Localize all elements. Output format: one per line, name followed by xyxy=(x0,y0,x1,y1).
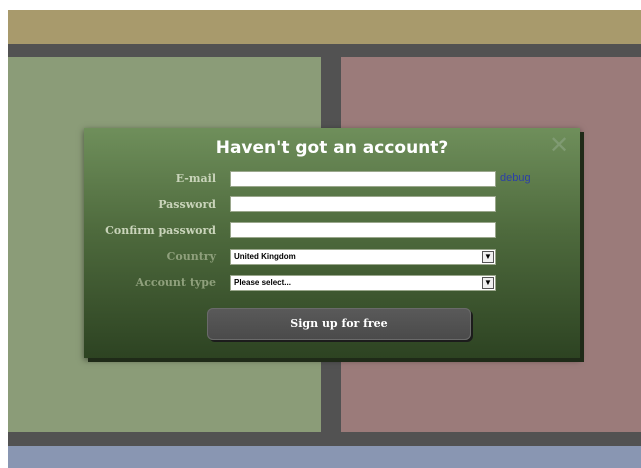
close-icon[interactable]: ✕ xyxy=(548,133,570,157)
account-type-select[interactable]: Please select... ▼ xyxy=(230,275,496,291)
country-select-value: United Kingdom xyxy=(234,252,296,261)
chevron-down-icon[interactable]: ▼ xyxy=(482,277,494,289)
bottom-bar xyxy=(8,446,641,468)
account-type-select-value: Please select... xyxy=(234,278,291,287)
email-field[interactable] xyxy=(230,171,496,187)
signup-modal: Haven't got an account? ✕ E-mail debug P… xyxy=(84,128,580,358)
sign-up-button[interactable]: Sign up for free xyxy=(207,308,471,340)
modal-title: Haven't got an account? xyxy=(215,138,449,158)
confirm-password-label: Confirm password xyxy=(105,224,216,237)
country-label: Country xyxy=(166,250,216,263)
country-select[interactable]: United Kingdom ▼ xyxy=(230,249,496,265)
confirm-password-field[interactable] xyxy=(230,222,496,238)
top-bar xyxy=(8,10,641,44)
chevron-down-icon[interactable]: ▼ xyxy=(482,251,494,263)
debug-link[interactable]: debug xyxy=(500,172,531,184)
email-label: E-mail xyxy=(175,172,216,185)
account-type-label: Account type xyxy=(135,276,216,289)
password-label: Password xyxy=(158,198,216,211)
password-field[interactable] xyxy=(230,196,496,212)
